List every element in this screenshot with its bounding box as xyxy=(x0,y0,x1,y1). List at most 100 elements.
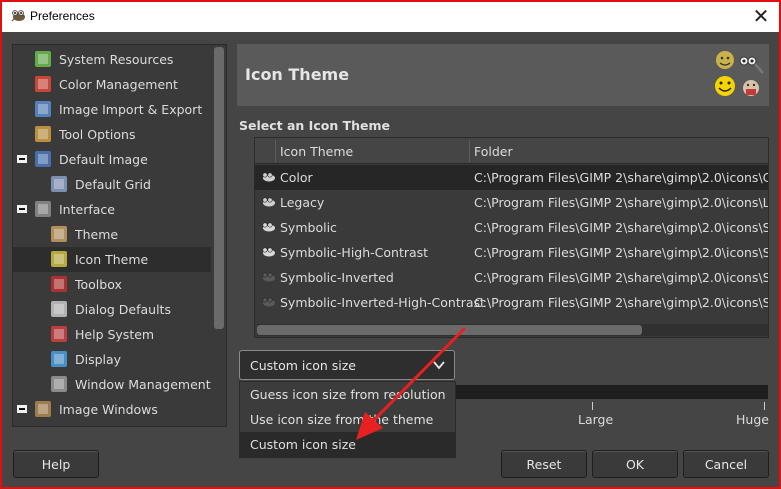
icon-size-slider[interactable] xyxy=(455,385,768,399)
sidebar-item-help-system[interactable]: Help System xyxy=(13,322,211,347)
theme-folder-cell: C:\Program Files\GIMP 2\share\gimp\2.0\i… xyxy=(474,170,769,185)
scrollbar-thumb[interactable] xyxy=(257,325,642,335)
collapse-expander-icon[interactable] xyxy=(17,155,27,163)
sidebar-item-label: Tool Options xyxy=(59,127,136,142)
sidebar-item-image-windows[interactable]: Image Windows xyxy=(13,397,211,422)
dialog-defaults-icon xyxy=(51,301,67,317)
sidebar-item-label: Toolbox xyxy=(75,277,122,292)
help-button[interactable]: Help xyxy=(13,450,99,478)
menu-item-label: Guess icon size from resolution xyxy=(250,387,446,402)
system-resources-icon xyxy=(35,51,51,67)
reset-button-label: Reset xyxy=(526,457,562,472)
wilber-theme-icon xyxy=(262,272,275,282)
theme-name-cell: Color xyxy=(280,170,313,185)
table-row[interactable]: Symbolic-Inverted C:\Program Files\GIMP 2… xyxy=(255,265,768,290)
interface-icon xyxy=(35,201,51,217)
sidebar-item-label: Theme xyxy=(75,227,119,242)
ok-button[interactable]: OK xyxy=(592,450,678,478)
sidebar-item-icon-theme[interactable]: Icon Theme xyxy=(13,247,211,272)
sidebar-item-default-image[interactable]: Default Image xyxy=(13,147,211,172)
title-bar: Preferences ✕ xyxy=(2,2,779,32)
ok-button-label: OK xyxy=(625,457,645,472)
table-horizontal-scrollbar[interactable] xyxy=(257,324,768,336)
table-row[interactable]: Symbolic-Inverted-High-Contrast C:\Progra… xyxy=(255,290,768,315)
collapse-expander-icon[interactable] xyxy=(17,205,27,213)
column-header-icon-theme[interactable]: Icon Theme xyxy=(280,144,353,159)
wilber-theme-icon xyxy=(262,222,275,232)
sidebar-item-interface[interactable]: Interface xyxy=(13,197,211,222)
sidebar-item-toolbox[interactable]: Toolbox xyxy=(13,272,211,297)
menu-item-label: Custom icon size xyxy=(250,437,356,452)
window-management-icon xyxy=(51,376,67,392)
cancel-button[interactable]: Cancel xyxy=(683,450,769,478)
table-row[interactable]: Color C:\Program Files\GIMP 2\share\gimp\… xyxy=(255,165,769,190)
gimp-app-icon xyxy=(11,10,25,22)
menu-item-custom-icon-size[interactable]: Custom icon size xyxy=(240,432,455,457)
window-title: Preferences xyxy=(30,9,95,23)
theme-folder-cell: C:\Program Files\GIMP 2\share\gimp\2.0\i… xyxy=(474,220,768,235)
table-row[interactable]: Legacy C:\Program Files\GIMP 2\share\gimp… xyxy=(255,190,769,215)
slider-label-large: Large xyxy=(578,412,614,427)
sidebar-item-label: Color Management xyxy=(59,77,178,92)
close-icon[interactable]: ✕ xyxy=(751,6,771,26)
theme-folder-cell: C:\Program Files\GIMP 2\share\gimp\2.0\i… xyxy=(474,295,768,310)
display-icon xyxy=(51,351,67,367)
icon-size-combo-value: Custom icon size xyxy=(250,358,356,373)
table-header: Icon Theme Folder xyxy=(255,138,768,164)
sidebar-item-image-import-export[interactable]: Image Import & Export xyxy=(13,97,211,122)
help-button-label: Help xyxy=(41,457,71,472)
menu-item-guess-icon-size[interactable]: Guess icon size from resolution xyxy=(240,382,455,407)
default-image-icon xyxy=(35,151,51,167)
sidebar-item-dialog-defaults[interactable]: Dialog Defaults xyxy=(13,297,211,322)
sidebar-item-label: Dialog Defaults xyxy=(75,302,171,317)
theme-folder-cell: C:\Program Files\GIMP 2\share\gimp\2.0\i… xyxy=(474,195,769,210)
theme-name-cell: Symbolic-High-Contrast xyxy=(280,245,429,260)
page-title: Icon Theme xyxy=(245,65,350,84)
column-separator xyxy=(275,140,276,162)
sidebar-item-label: Display xyxy=(75,352,122,367)
wilber-theme-icon xyxy=(262,172,275,182)
cancel-button-label: Cancel xyxy=(704,457,748,472)
table-row[interactable]: Symbolic-High-Contrast C:\Program Files\G… xyxy=(255,240,768,265)
sidebar-item-theme[interactable]: Theme xyxy=(13,222,211,247)
sidebar-item-system-resources[interactable]: System Resources xyxy=(13,47,211,72)
sidebar-item-label: Image Import & Export xyxy=(59,102,203,117)
sidebar-item-tool-options[interactable]: Tool Options xyxy=(13,122,211,147)
table-row[interactable]: Symbolic C:\Program Files\GIMP 2\share\gi… xyxy=(255,215,768,240)
theme-name-cell: Symbolic-Inverted xyxy=(280,270,394,285)
reset-button[interactable]: Reset xyxy=(501,450,587,478)
collapse-expander-icon[interactable] xyxy=(17,405,27,413)
wilber-theme-icon xyxy=(262,197,275,207)
page-header: Icon Theme xyxy=(237,44,769,106)
tree-scrollbar[interactable] xyxy=(214,47,224,329)
menu-item-theme-icon-size[interactable]: Use icon size from the theme xyxy=(240,407,455,432)
wilber-theme-icon xyxy=(262,247,275,257)
column-header-folder[interactable]: Folder xyxy=(474,144,513,159)
default-grid-icon xyxy=(51,176,67,192)
color-management-icon xyxy=(35,76,51,92)
sidebar-item-color-management[interactable]: Color Management xyxy=(13,72,211,97)
sidebar-item-label: Help System xyxy=(75,327,155,342)
sidebar-item-window-management[interactable]: Window Management xyxy=(13,372,211,397)
image-import-export-icon xyxy=(35,101,51,117)
image-windows-icon xyxy=(35,401,51,417)
theme-icon xyxy=(51,226,67,242)
select-icon-theme-label: Select an Icon Theme xyxy=(239,118,390,133)
chevron-down-icon xyxy=(433,361,445,370)
sidebar-item-default-grid[interactable]: Default Grid xyxy=(13,172,211,197)
sidebar-item-display[interactable]: Display xyxy=(13,347,211,372)
icon-size-dropdown-menu: Guess icon size from resolution Use icon… xyxy=(239,381,456,458)
icon-size-combo[interactable]: Custom icon size xyxy=(239,350,455,380)
emoji-faces-icon xyxy=(715,51,764,96)
toolbox-icon xyxy=(51,276,67,292)
slider-label-huge: Huge xyxy=(736,412,769,427)
slider-tick xyxy=(764,402,765,410)
icon-theme-icon xyxy=(51,251,67,267)
category-tree: System Resources Color Management Image Im… xyxy=(12,44,227,427)
sidebar-item-label: Default Image xyxy=(59,152,148,167)
sidebar-item-label: Icon Theme xyxy=(75,252,149,267)
theme-folder-cell: C:\Program Files\GIMP 2\share\gimp\2.0\i… xyxy=(474,270,768,285)
menu-item-label: Use icon size from the theme xyxy=(250,412,434,427)
theme-name-cell: Symbolic xyxy=(280,220,337,235)
sidebar-item-label: Window Management xyxy=(75,377,211,392)
